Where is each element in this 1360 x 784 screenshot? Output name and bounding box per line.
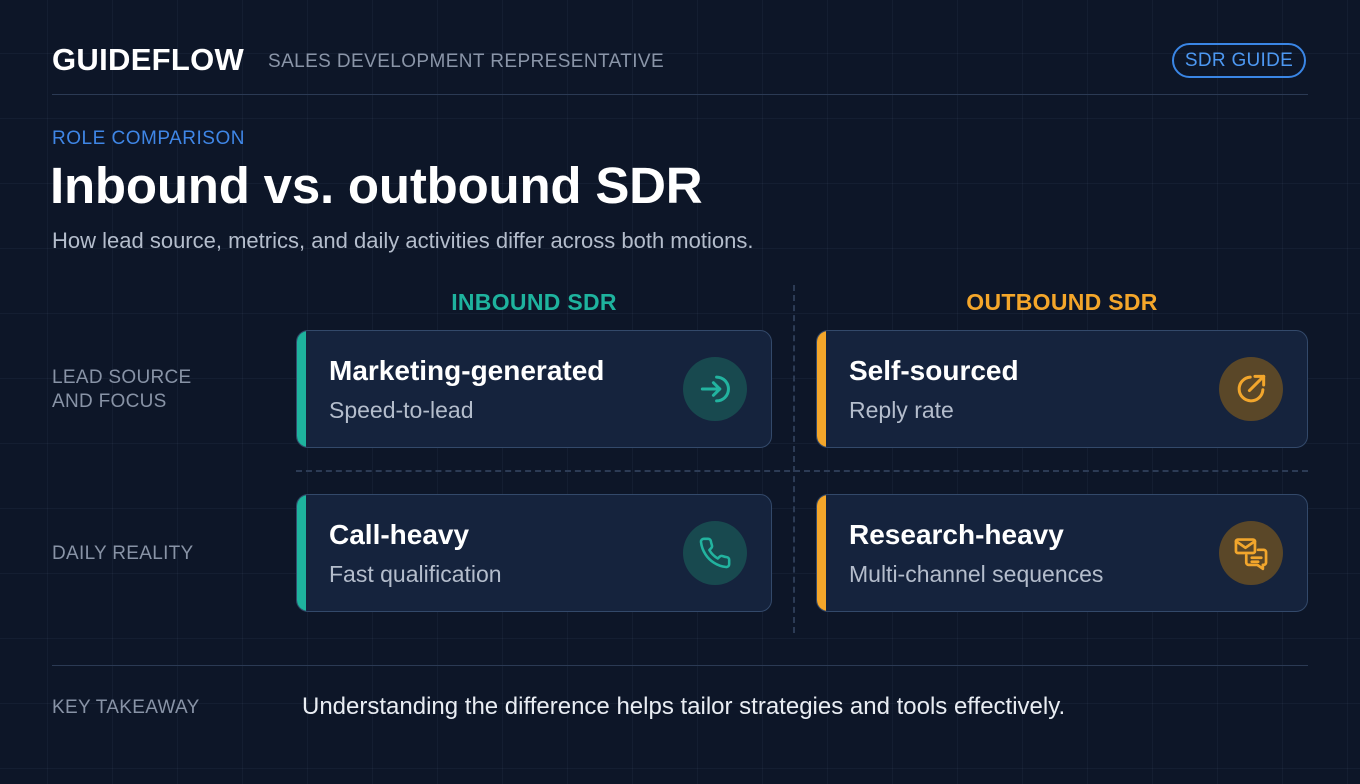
card-outbound-daily-reality[interactable]: Research-heavy Multi-channel sequences xyxy=(816,494,1308,612)
arrow-into-circle-icon xyxy=(683,357,747,421)
card-accent-bar xyxy=(297,495,306,611)
page-subtitle: How lead source, metrics, and daily acti… xyxy=(52,228,754,253)
card-accent-bar xyxy=(817,495,826,611)
row-label-daily-reality: DAILY REALITY xyxy=(52,543,194,564)
column-divider xyxy=(793,285,795,633)
page-title: Inbound vs. outbound SDR xyxy=(50,157,703,214)
card-outbound-lead-source[interactable]: Self-sourced Reply rate xyxy=(816,330,1308,448)
card-subtitle: Speed-to-lead xyxy=(329,397,474,423)
section-eyebrow: ROLE COMPARISON xyxy=(52,128,245,149)
outbound-column-heading: OUTBOUND SDR xyxy=(966,289,1158,315)
arrow-out-circle-icon xyxy=(1219,357,1283,421)
row-label-line: LEAD SOURCE xyxy=(52,367,192,388)
key-takeaway-label: KEY TAKEAWAY xyxy=(52,697,200,718)
card-inbound-daily-reality[interactable]: Call-heavy Fast qualification xyxy=(296,494,772,612)
card-subtitle: Reply rate xyxy=(849,397,954,423)
card-title: Call-heavy xyxy=(329,519,470,550)
phone-icon xyxy=(683,521,747,585)
card-title: Research-heavy xyxy=(849,519,1064,550)
card-accent-bar xyxy=(297,331,306,447)
brand-subtitle: SALES DEVELOPMENT REPRESENTATIVE xyxy=(268,51,665,72)
row-label-lead-source: LEAD SOURCE AND FOCUS xyxy=(52,366,192,414)
key-takeaway-text: Understanding the difference helps tailo… xyxy=(302,693,1066,720)
brand-logo: GUIDEFLOW xyxy=(52,42,245,77)
row-divider xyxy=(296,470,1308,472)
card-subtitle: Fast qualification xyxy=(329,561,502,587)
header-divider xyxy=(52,94,1308,95)
footer-divider xyxy=(52,665,1308,666)
row-label-line: AND FOCUS xyxy=(52,391,167,412)
card-inbound-lead-source[interactable]: Marketing-generated Speed-to-lead xyxy=(296,330,772,448)
sdr-guide-badge[interactable]: SDR GUIDE xyxy=(1172,43,1306,78)
card-subtitle: Multi-channel sequences xyxy=(849,561,1104,587)
messages-icon xyxy=(1219,521,1283,585)
card-accent-bar xyxy=(817,331,826,447)
card-title: Self-sourced xyxy=(849,355,1019,386)
inbound-column-heading: INBOUND SDR xyxy=(451,289,617,315)
card-title: Marketing-generated xyxy=(329,355,605,386)
